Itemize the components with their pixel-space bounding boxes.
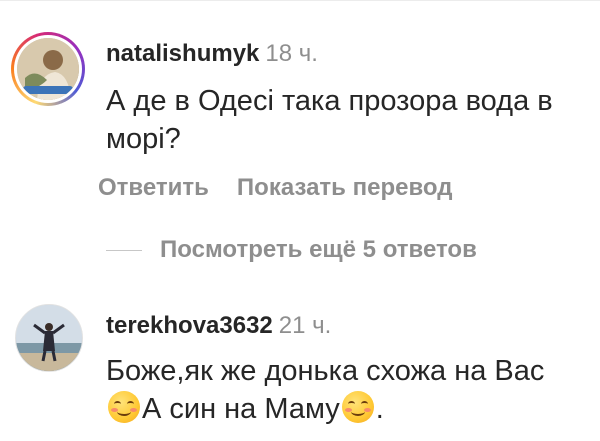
username[interactable]: natalishumyk (106, 40, 259, 67)
avatar-photo (15, 304, 83, 372)
avatar-photo-figure (17, 38, 79, 100)
avatar-photo-figure (16, 305, 82, 371)
comment-text: Боже,як же донька схожа на Вас А син на … (106, 352, 586, 428)
show-translation-button[interactable]: Показать перевод (237, 174, 453, 201)
comment-text-part-3: . (375, 393, 384, 425)
reply-button[interactable]: Ответить (98, 174, 209, 201)
timestamp: 18 ч. (265, 40, 318, 67)
replies-divider-line (106, 249, 142, 251)
view-more-replies-button[interactable]: Посмотреть ещё 5 ответов (106, 236, 477, 264)
timestamp: 21 ч. (278, 312, 332, 339)
avatar-natalishumyk[interactable] (11, 32, 85, 106)
view-more-replies-label: Посмотреть ещё 5 ответов (160, 236, 477, 263)
comment-text-part-1: Боже,як же донька схожа на Вас (106, 355, 545, 387)
top-divider (0, 0, 600, 1)
comment-header: terekhova3632 21 ч. (106, 312, 331, 340)
username[interactable]: terekhova3632 (106, 312, 273, 339)
avatar-photo (17, 38, 79, 100)
avatar-terekhova3632[interactable] (15, 304, 83, 372)
relieved-face-emoji-icon (341, 391, 374, 423)
comment-actions: Ответить Показать перевод (98, 174, 480, 202)
comment-header: natalishumyk 18 ч. (106, 40, 318, 68)
story-ring (11, 32, 85, 106)
comment-text-part-2: А син на Маму (142, 393, 340, 425)
smiling-face-emoji-icon (108, 391, 140, 423)
comment-text: А де в Одесі така прозора вода в морі? (106, 85, 553, 155)
